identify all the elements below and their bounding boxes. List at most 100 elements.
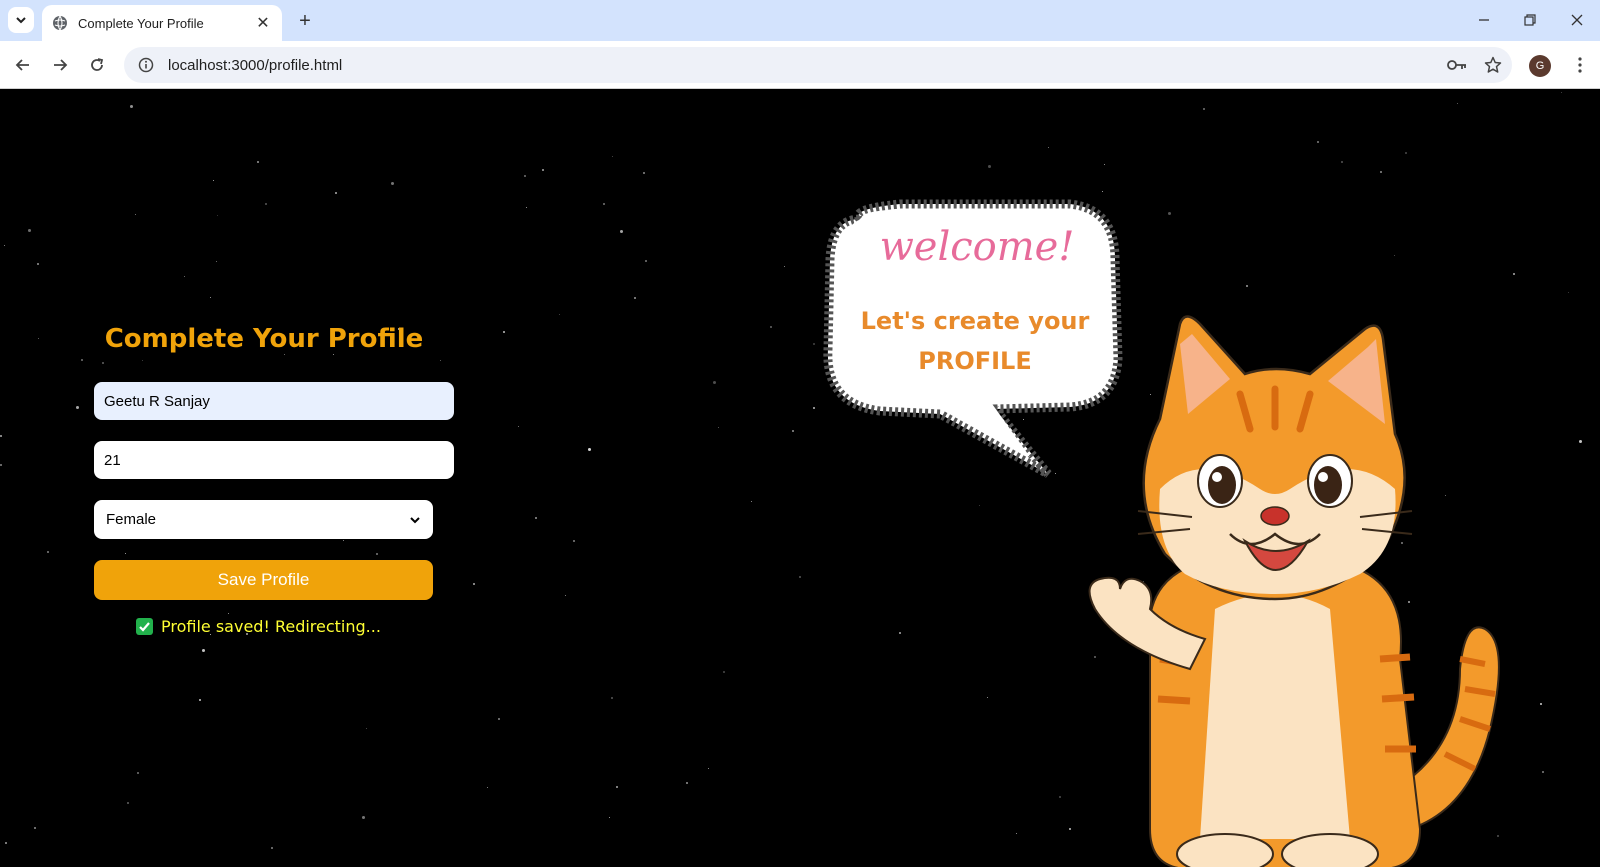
restore-icon[interactable] bbox=[1510, 6, 1550, 34]
star-dot bbox=[524, 175, 526, 177]
star-dot bbox=[813, 343, 815, 345]
bubble-text: Let's create your PROFILE bbox=[840, 301, 1110, 381]
minimize-icon[interactable] bbox=[1464, 6, 1504, 34]
star-dot bbox=[28, 229, 31, 232]
forward-icon[interactable] bbox=[45, 50, 75, 80]
star-dot bbox=[76, 406, 79, 409]
status-text: Profile saved! Redirecting... bbox=[161, 617, 381, 636]
more-menu-icon[interactable] bbox=[1565, 50, 1595, 80]
star-dot bbox=[210, 297, 211, 298]
star-dot bbox=[518, 426, 519, 427]
star-dot bbox=[645, 260, 647, 262]
star-dot bbox=[799, 576, 801, 578]
star-dot bbox=[588, 448, 591, 451]
star-dot bbox=[5, 842, 7, 844]
star-dot bbox=[440, 360, 441, 361]
star-dot bbox=[142, 360, 143, 361]
age-input[interactable] bbox=[94, 441, 454, 479]
star-dot bbox=[130, 105, 133, 108]
speech-bubble bbox=[823, 199, 1500, 867]
star-dot bbox=[503, 331, 505, 333]
bubble-heading: welcome! bbox=[879, 224, 1075, 270]
star-dot bbox=[1579, 440, 1582, 443]
checkmark-icon bbox=[136, 618, 153, 635]
star-dot bbox=[0, 464, 2, 466]
chevron-down-icon bbox=[410, 516, 420, 523]
star-dot bbox=[376, 553, 378, 555]
star-dot bbox=[611, 697, 613, 699]
star-dot bbox=[216, 261, 217, 262]
star-dot bbox=[127, 802, 129, 804]
star-dot bbox=[137, 772, 139, 774]
gender-select-value: Female bbox=[106, 511, 157, 528]
star-dot bbox=[473, 583, 475, 585]
star-dot bbox=[770, 326, 772, 328]
welcome-cat-illustration: welcome! Let's create your PROFILE bbox=[820, 189, 1520, 867]
star-dot bbox=[333, 354, 334, 355]
star-dot bbox=[1561, 92, 1562, 93]
bookmark-star-icon[interactable] bbox=[1476, 48, 1510, 82]
star-dot bbox=[47, 551, 49, 553]
star-dot bbox=[487, 787, 488, 788]
star-dot bbox=[335, 192, 337, 194]
star-dot bbox=[37, 263, 39, 265]
page-content: Complete Your Profile Female Save Profil… bbox=[0, 89, 1600, 867]
star-dot bbox=[526, 207, 527, 208]
star-dot bbox=[988, 165, 991, 168]
star-dot bbox=[81, 359, 83, 361]
address-bar[interactable]: localhost:3000/profile.html bbox=[124, 47, 1512, 83]
star-dot bbox=[620, 230, 623, 233]
star-dot bbox=[1542, 771, 1544, 773]
browser-toolbar: localhost:3000/profile.html G bbox=[0, 41, 1600, 89]
star-dot bbox=[1104, 164, 1105, 165]
star-dot bbox=[708, 768, 709, 769]
star-dot bbox=[343, 540, 344, 541]
star-dot bbox=[565, 595, 566, 596]
chevron-down-icon bbox=[16, 17, 26, 24]
star-dot bbox=[4, 245, 5, 246]
star-dot bbox=[284, 354, 285, 355]
window-close-icon[interactable] bbox=[1557, 6, 1597, 34]
star-dot bbox=[228, 613, 229, 614]
save-profile-button[interactable]: Save Profile bbox=[94, 560, 433, 600]
tab-active[interactable]: Complete Your Profile ✕ bbox=[42, 5, 282, 41]
star-dot bbox=[751, 501, 752, 502]
profile-avatar[interactable]: G bbox=[1529, 55, 1551, 77]
star-dot bbox=[542, 169, 544, 171]
star-dot bbox=[366, 728, 367, 729]
reload-icon[interactable] bbox=[82, 50, 112, 80]
star-dot bbox=[1380, 171, 1382, 173]
star-dot bbox=[184, 276, 185, 277]
back-icon[interactable] bbox=[8, 50, 38, 80]
star-dot bbox=[713, 381, 716, 384]
bubble-line-1: Let's create your bbox=[860, 307, 1090, 335]
star-dot bbox=[1405, 152, 1407, 154]
tab-search-button[interactable] bbox=[8, 7, 34, 33]
star-dot bbox=[634, 297, 636, 299]
star-dot bbox=[609, 817, 610, 818]
gender-select[interactable]: Female bbox=[94, 500, 433, 539]
status-message: Profile saved! Redirecting... bbox=[136, 617, 381, 636]
star-dot bbox=[559, 314, 560, 315]
star-dot bbox=[199, 699, 201, 701]
site-info-icon[interactable] bbox=[128, 47, 164, 83]
star-dot bbox=[616, 786, 618, 788]
star-dot bbox=[391, 182, 394, 185]
new-tab-button[interactable]: + bbox=[292, 8, 318, 34]
star-dot bbox=[102, 362, 104, 364]
star-dot bbox=[257, 161, 259, 163]
tab-title: Complete Your Profile bbox=[78, 15, 204, 31]
close-icon[interactable]: ✕ bbox=[252, 12, 274, 34]
globe-icon bbox=[53, 15, 67, 31]
star-dot bbox=[1048, 147, 1049, 148]
star-dot bbox=[718, 427, 719, 428]
star-dot bbox=[1317, 141, 1319, 143]
star-dot bbox=[34, 827, 36, 829]
name-input[interactable] bbox=[94, 382, 454, 420]
tab-strip: Complete Your Profile ✕ + bbox=[0, 0, 1600, 41]
star-dot bbox=[1457, 103, 1458, 104]
star-dot bbox=[784, 266, 785, 267]
star-dot bbox=[643, 172, 645, 174]
url-text: localhost:3000/profile.html bbox=[168, 56, 343, 74]
password-key-icon[interactable] bbox=[1440, 48, 1474, 82]
